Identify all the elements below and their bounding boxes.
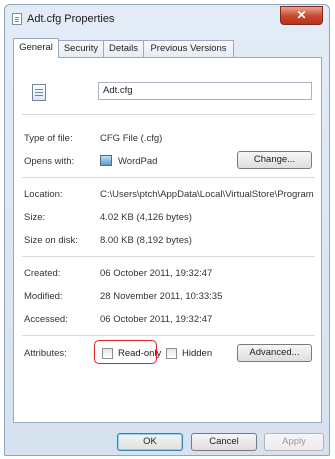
attributes-label: Attributes: [24,348,67,359]
properties-window: Adt.cfg Properties ✕ General Security De… [4,4,330,456]
apply-button[interactable]: Apply [264,433,324,451]
created-value: 06 October 2011, 19:32:47 [100,268,213,279]
type-of-file-label: Type of file: [24,133,73,144]
divider [22,256,315,257]
divider [22,114,315,115]
tab-security[interactable]: Security [58,40,104,57]
location-label: Location: [24,189,63,200]
advanced-button[interactable]: Advanced... [237,344,312,362]
close-button[interactable]: ✕ [280,6,323,25]
window-title: Adt.cfg Properties [27,13,115,25]
file-name-field[interactable]: Adt.cfg [98,82,312,100]
tab-general[interactable]: General [13,38,59,58]
hidden-checkbox[interactable] [166,348,177,359]
cfg-file-icon [32,84,46,101]
accessed-label: Accessed: [24,314,68,325]
type-of-file-value: CFG File (.cfg) [100,133,163,144]
size-value: 4.02 KB (4,126 bytes) [100,212,192,223]
modified-value: 28 November 2011, 10:33:35 [100,291,223,302]
ok-button[interactable]: OK [117,433,183,451]
created-label: Created: [24,268,61,279]
opens-with-value: WordPad [118,156,158,167]
general-panel: Adt.cfg Type of file: CFG File (.cfg) Op… [13,57,322,423]
hidden-label[interactable]: Hidden [182,348,212,359]
wordpad-icon [100,155,112,166]
size-label: Size: [24,212,46,223]
size-on-disk-label: Size on disk: [24,235,78,246]
cancel-button[interactable]: Cancel [191,433,257,451]
file-icon [12,13,22,25]
divider [22,335,315,336]
read-only-checkbox[interactable] [102,348,113,359]
change-button[interactable]: Change... [237,151,312,169]
read-only-label[interactable]: Read-only [118,348,161,359]
opens-with-label: Opens with: [24,156,75,167]
close-icon: ✕ [296,8,307,22]
accessed-value: 06 October 2011, 19:32:47 [100,314,213,325]
divider [22,177,315,178]
title-bar[interactable]: Adt.cfg Properties ✕ [5,5,329,33]
location-value: C:\Users\ptch\AppData\Local\VirtualStore… [100,189,314,200]
tab-details[interactable]: Details [103,40,144,57]
tab-previous-versions[interactable]: Previous Versions [143,40,234,57]
modified-label: Modified: [24,291,63,302]
size-on-disk-value: 8.00 KB (8,192 bytes) [100,235,192,246]
